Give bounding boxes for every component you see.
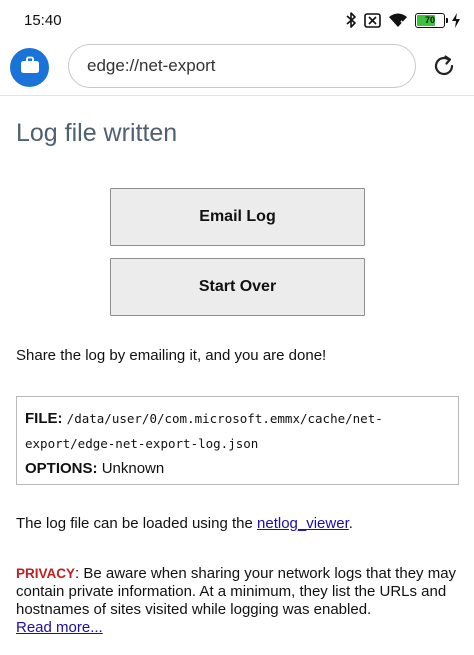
notification-off-icon bbox=[364, 12, 381, 28]
options-label: OPTIONS: bbox=[25, 460, 98, 477]
battery-level: 70 bbox=[424, 14, 435, 25]
privacy-notice: PRIVACY: Be aware when sharing your netw… bbox=[16, 565, 462, 637]
status-time: 15:40 bbox=[24, 11, 62, 29]
privacy-text: : Be aware when sharing your network log… bbox=[16, 565, 457, 618]
email-log-button[interactable]: Email Log bbox=[110, 188, 365, 246]
loader-suffix: . bbox=[348, 515, 353, 532]
file-line-2: export/edge-net-export-log.json bbox=[25, 431, 450, 456]
wifi-icon bbox=[388, 12, 408, 28]
briefcase-icon bbox=[20, 56, 40, 79]
options-line: OPTIONS: Unknown bbox=[25, 456, 450, 481]
url-input[interactable] bbox=[87, 56, 415, 76]
browser-toolbar bbox=[0, 40, 474, 96]
file-path-part1: /data/user/0/com.microsoft.emmx/cache/ne… bbox=[66, 411, 383, 426]
reload-button[interactable] bbox=[430, 54, 458, 82]
file-label: FILE: bbox=[25, 410, 63, 427]
options-value: Unknown bbox=[101, 460, 165, 477]
start-over-button[interactable]: Start Over bbox=[110, 258, 365, 316]
file-line-1: FILE: /data/user/0/com.microsoft.emmx/ca… bbox=[25, 406, 450, 431]
loader-text: The log file can be loaded using the net… bbox=[16, 515, 353, 532]
charging-icon bbox=[452, 12, 460, 28]
page-title: Log file written bbox=[16, 119, 178, 147]
address-bar[interactable] bbox=[68, 44, 416, 88]
file-info-box: FILE: /data/user/0/com.microsoft.emmx/ca… bbox=[16, 396, 459, 485]
bluetooth-icon bbox=[346, 12, 357, 28]
work-profile-button[interactable] bbox=[10, 48, 49, 87]
file-path-part2: export/edge-net-export-log.json bbox=[25, 436, 259, 451]
status-bar: 15:40 70 bbox=[0, 0, 474, 40]
read-more-link[interactable]: Read more... bbox=[16, 619, 103, 636]
battery-icon: 70 bbox=[415, 12, 448, 28]
reload-icon bbox=[431, 53, 457, 84]
privacy-label: PRIVACY bbox=[16, 566, 76, 581]
netlog-viewer-link[interactable]: netlog_viewer bbox=[257, 515, 349, 532]
loader-prefix: The log file can be loaded using the bbox=[16, 515, 258, 532]
status-icons: 70 bbox=[346, 12, 460, 28]
share-instructions: Share the log by emailing it, and you ar… bbox=[16, 347, 327, 364]
